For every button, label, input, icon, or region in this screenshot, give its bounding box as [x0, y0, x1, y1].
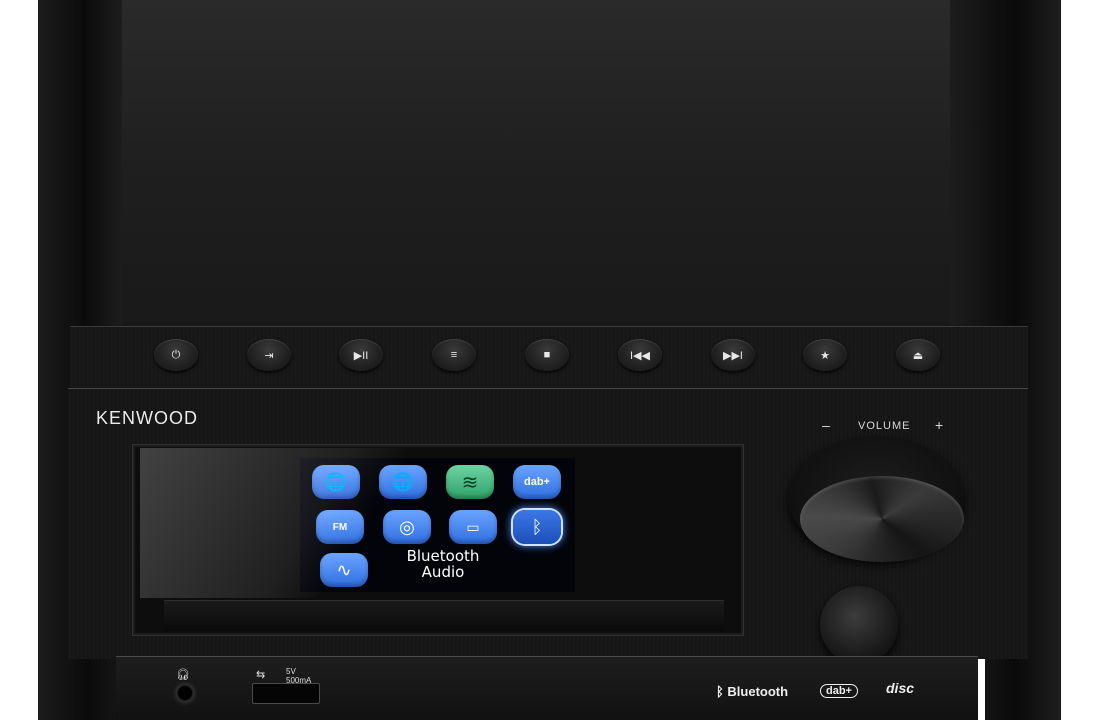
star-icon: ★	[820, 349, 830, 362]
play-pause-button[interactable]: ▶II	[339, 339, 383, 371]
stop-button[interactable]: ■	[525, 339, 569, 371]
hifi-system: ⏻ ⇥ ▶II ≡ ■ I◀◀ ▶▶I ★ ⏏ KENWOOD 🌐 🌐 ≋ da…	[0, 0, 1100, 720]
headphone-jack[interactable]	[172, 680, 198, 706]
usb-port-icon: ⇆	[256, 669, 266, 681]
next-icon: ▶▶I	[723, 349, 743, 362]
tile-dab[interactable]: dab+	[513, 465, 561, 499]
bluetooth-badge-text: Bluetooth	[727, 684, 789, 699]
bluetooth-badge: ᛒ Bluetooth	[716, 684, 789, 699]
tile-fm[interactable]: FM	[316, 510, 364, 544]
volume-label: VOLUME	[858, 420, 911, 432]
favorite-button[interactable]: ★	[803, 339, 847, 371]
play-pause-icon: ▶II	[353, 349, 369, 362]
selected-source-line1: Bluetooth	[406, 547, 480, 565]
tile-bluetooth[interactable]: ᛒ	[513, 510, 561, 544]
aux-icon: ∿	[336, 559, 352, 580]
input-icon: ⇥	[264, 349, 274, 362]
spotify-icon: ≋	[461, 471, 479, 494]
tile-cd[interactable]: ◎	[383, 510, 431, 544]
input-button[interactable]: ⇥	[247, 339, 291, 371]
disc-slot	[164, 600, 724, 631]
eject-icon: ⏏	[912, 349, 924, 362]
bluetooth-icon: ᛒ	[531, 516, 543, 537]
dab-icon: dab+	[524, 476, 550, 488]
previous-icon: I◀◀	[630, 349, 650, 362]
lid-right-shadow	[950, 0, 1016, 330]
selected-source-label: Bluetooth Audio	[395, 548, 491, 580]
fm-icon: FM	[332, 521, 348, 533]
power-button[interactable]: ⏻	[154, 339, 198, 371]
top-lid	[82, 0, 1016, 330]
cd-icon: ◎	[399, 516, 415, 537]
brand-logo: KENWOOD	[96, 408, 199, 428]
lid-left-shadow	[82, 0, 122, 330]
globe-eq-icon: 🌐	[324, 471, 348, 492]
usb-port[interactable]	[252, 683, 320, 704]
tile-aux[interactable]: ∿	[320, 553, 368, 587]
volume-minus-label: –	[822, 417, 830, 433]
next-button[interactable]: ▶▶I	[711, 339, 755, 371]
usb-icon: ▭	[466, 518, 480, 535]
select-knob[interactable]	[820, 586, 898, 664]
menu-button[interactable]: ≡	[432, 339, 476, 371]
menu-icon: ≡	[450, 349, 458, 361]
volume-plus-label: +	[935, 417, 944, 433]
tile-spotify[interactable]: ≋	[446, 465, 494, 499]
selected-source-line2: Audio	[421, 563, 465, 581]
stop-icon: ■	[543, 349, 551, 361]
globe-mic-icon: 🌐	[391, 471, 415, 492]
disc-badge: disc	[886, 680, 915, 696]
previous-button[interactable]: I◀◀	[618, 339, 662, 371]
volume-knob-cap[interactable]	[800, 476, 964, 562]
usb-rating-voltage: 5V	[286, 667, 296, 676]
tile-usb[interactable]: ▭	[449, 510, 497, 544]
power-icon: ⏻	[171, 348, 181, 361]
eject-button[interactable]: ⏏	[896, 339, 940, 371]
tile-podcast[interactable]: 🌐	[379, 465, 427, 499]
tile-internet-radio[interactable]: 🌐	[312, 465, 360, 499]
dab-badge: dab+	[820, 684, 858, 698]
